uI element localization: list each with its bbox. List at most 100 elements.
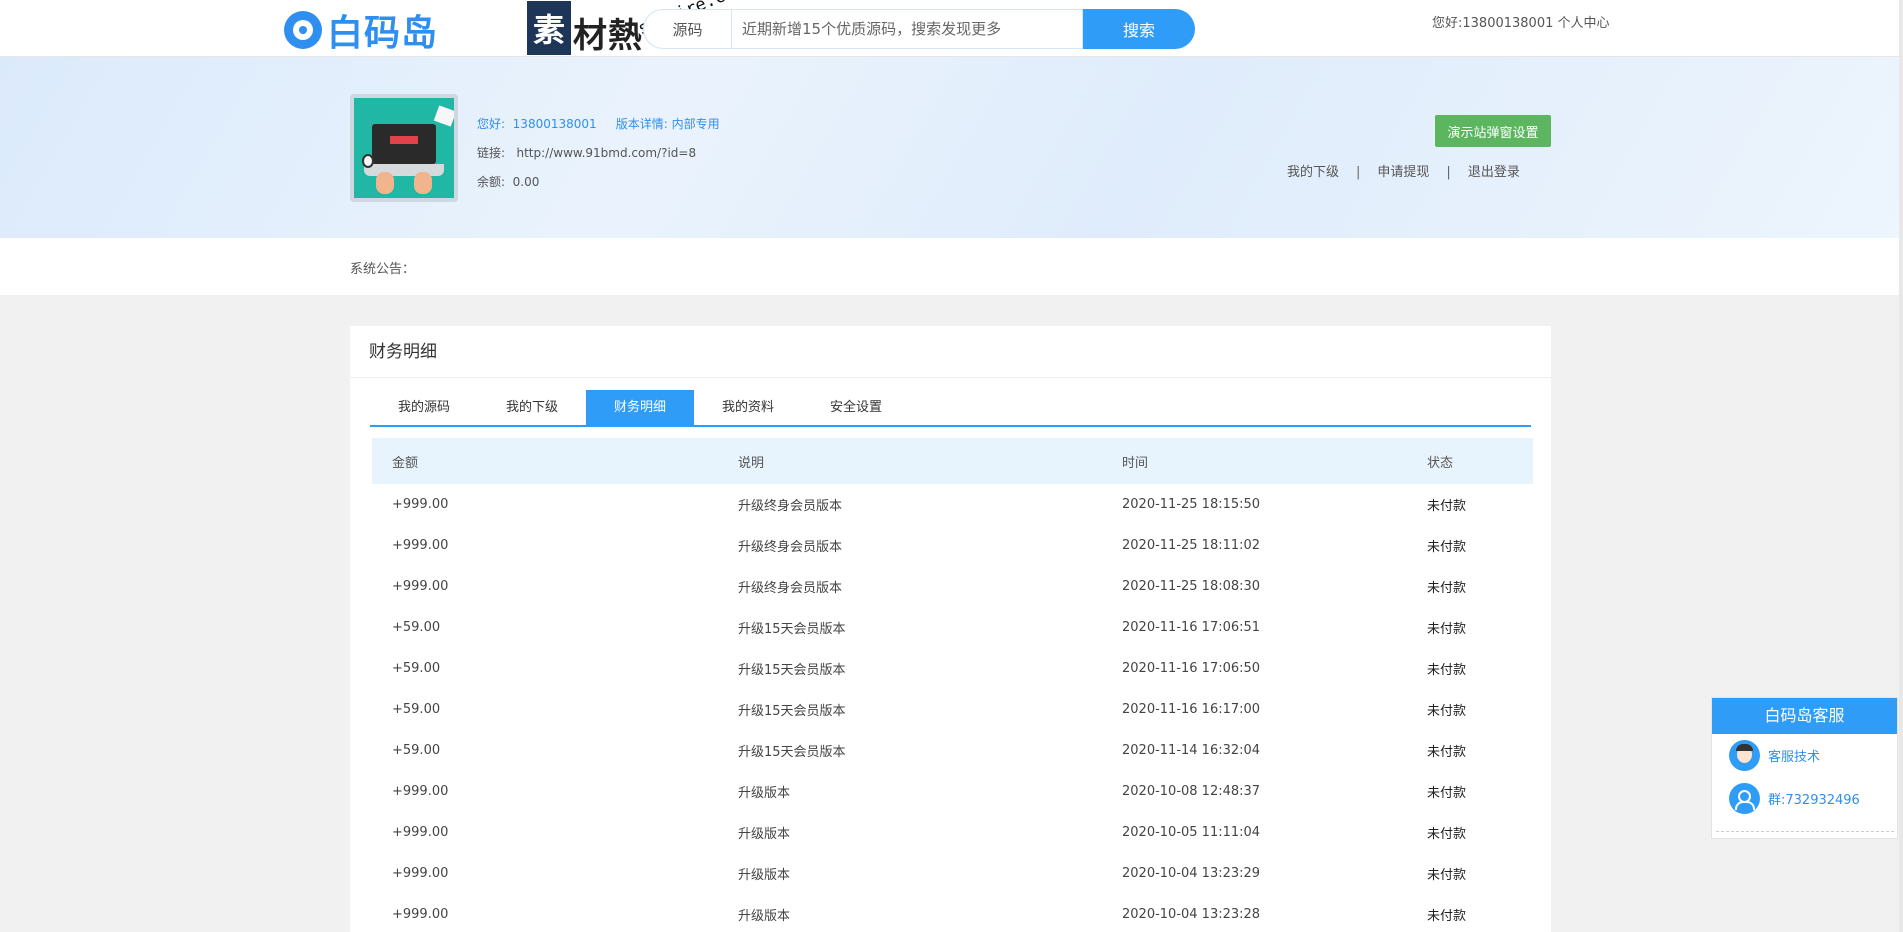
cell-description: 升级15天会员版本 — [738, 622, 846, 637]
logo-camera-icon — [284, 11, 322, 49]
agent-avatar-icon — [1729, 740, 1760, 771]
cell-amount: +999.00 — [392, 866, 449, 881]
link-withdraw[interactable]: 申请提现 — [1377, 165, 1429, 180]
customer-service-title: 白码岛客服 — [1712, 698, 1897, 734]
account-links: 我的下级 | 申请提现 | 退出登录 — [1287, 161, 1520, 180]
customer-service-widget: 白码岛客服 客服技术 群:732932496 — [1711, 697, 1898, 839]
cell-description: 升级版本 — [738, 827, 791, 842]
table-row: +999.00 升级终身会员版本 2020-11-25 18:15:50 未付款 — [372, 484, 1533, 525]
system-notice-label: 系统公告： — [350, 262, 416, 277]
cell-description: 升级终身会员版本 — [738, 581, 843, 596]
cell-description: 升级终身会员版本 — [738, 499, 843, 514]
cell-amount: +999.00 — [392, 497, 449, 512]
system-notice-bar: 系统公告： — [0, 238, 1903, 295]
cell-description: 升级15天会员版本 — [738, 663, 846, 678]
cell-status: 未付款 — [1427, 622, 1467, 637]
table-row: +999.00 升级版本 2020-10-04 13:23:28 未付款 — [372, 894, 1533, 932]
user-avatar — [350, 94, 458, 202]
link-logout[interactable]: 退出登录 — [1468, 165, 1520, 180]
table-row: +999.00 升级版本 2020-10-05 11:11:04 未付款 — [372, 812, 1533, 853]
cell-status: 未付款 — [1427, 786, 1467, 801]
site-logo[interactable]: 白码岛 — [284, 10, 438, 54]
cell-time: 2020-10-04 13:23:29 — [1122, 866, 1261, 881]
group-icon — [1729, 783, 1760, 814]
cell-description: 升级版本 — [738, 909, 791, 924]
personal-center-link[interactable]: 个人中心 — [1558, 16, 1610, 31]
cell-status: 未付款 — [1427, 745, 1467, 760]
cell-time: 2020-10-08 12:48:37 — [1122, 784, 1261, 799]
watermark-text: 材熱 — [573, 16, 643, 56]
profile-info: 您好: 13800138001 版本详情: 内部专用 链接: http://ww… — [477, 110, 720, 197]
cell-time: 2020-11-16 17:06:51 — [1122, 620, 1261, 635]
table-header: 金额 说明 时间 状态 — [372, 438, 1533, 484]
search-button[interactable]: 搜索 — [1083, 9, 1195, 49]
cell-description: 升级15天会员版本 — [738, 704, 846, 719]
cell-time: 2020-10-05 11:11:04 — [1122, 825, 1261, 840]
avatar-hand-left — [376, 172, 394, 194]
cell-time: 2020-11-16 16:17:00 — [1122, 702, 1261, 717]
cell-status: 未付款 — [1427, 581, 1467, 596]
tab-my-source[interactable]: 我的源码 — [370, 390, 478, 425]
cell-amount: +999.00 — [392, 784, 449, 799]
avatar-hand-right — [414, 172, 432, 194]
cell-description: 升级终身会员版本 — [738, 540, 843, 555]
cell-time: 2020-11-16 17:06:50 — [1122, 661, 1261, 676]
cell-description: 升级15天会员版本 — [738, 745, 846, 760]
page-scrollbar[interactable] — [1899, 0, 1903, 932]
search-bar: 源码 搜索 — [643, 9, 1195, 49]
cell-time: 2020-11-25 18:11:02 — [1122, 538, 1261, 553]
cell-time: 2020-10-04 13:23:28 — [1122, 907, 1261, 922]
search-input[interactable] — [731, 9, 1083, 49]
panel-title: 财务明细 — [350, 326, 1551, 378]
search-type-select[interactable]: 源码 — [643, 9, 731, 49]
avatar-cup-shape — [362, 154, 374, 168]
finance-table: 金额 说明 时间 状态 +999.00 升级终身会员版本 2020-11-25 18… — [372, 438, 1533, 932]
cell-time: 2020-11-14 16:32:04 — [1122, 743, 1261, 758]
tab-security[interactable]: 安全设置 — [802, 390, 910, 425]
cell-description: 升级版本 — [738, 868, 791, 883]
cell-status: 未付款 — [1427, 868, 1467, 883]
cell-amount: +999.00 — [392, 579, 449, 594]
cell-status: 未付款 — [1427, 909, 1467, 924]
cell-status: 未付款 — [1427, 540, 1467, 555]
cell-amount: +59.00 — [392, 743, 441, 758]
user-links: 您好:13800138001 个人中心 — [1432, 12, 1610, 31]
customer-service-group[interactable]: 群:732932496 — [1712, 777, 1897, 820]
customer-service-group-label: 群:732932496 — [1768, 793, 1860, 808]
profile-balance-line: 余额: 0.00 — [477, 175, 540, 189]
table-row: +999.00 升级终身会员版本 2020-11-25 18:08:30 未付款 — [372, 566, 1533, 607]
tab-profile[interactable]: 我的资料 — [694, 390, 802, 425]
profile-hello-line: 您好: 13800138001 版本详情: 内部专用 — [477, 117, 720, 131]
top-header: 白码岛 素 材熱 sucaire.com 源码 搜索 您好:1380013800… — [0, 0, 1903, 57]
cell-amount: +59.00 — [392, 620, 441, 635]
watermark-block: 素 — [527, 1, 571, 55]
column-status: 状态 — [1427, 455, 1454, 471]
finance-panel: 财务明细 我的源码 我的下级 财务明细 我的资料 安全设置 金额 说明 时间 状… — [350, 326, 1551, 932]
avatar-keyboard-shape — [364, 164, 444, 176]
cell-amount: +59.00 — [392, 661, 441, 676]
avatar-laptop-shape — [372, 124, 436, 164]
table-row: +999.00 升级版本 2020-10-04 13:23:29 未付款 — [372, 853, 1533, 894]
customer-service-tech[interactable]: 客服技术 — [1712, 734, 1897, 777]
table-row: +59.00 升级15天会员版本 2020-11-16 17:06:50 未付款 — [372, 648, 1533, 689]
logo-text: 白码岛 — [327, 13, 439, 54]
popup-settings-button[interactable]: 演示站弹窗设置 — [1435, 115, 1551, 147]
link-subordinates[interactable]: 我的下级 — [1287, 165, 1339, 180]
user-greeting[interactable]: 您好:13800138001 — [1432, 16, 1553, 31]
cell-status: 未付款 — [1427, 663, 1467, 678]
tab-finance[interactable]: 财务明细 — [586, 390, 694, 425]
cell-status: 未付款 — [1427, 827, 1467, 842]
cell-amount: +999.00 — [392, 907, 449, 922]
cell-description: 升级版本 — [738, 786, 791, 801]
tab-bar: 我的源码 我的下级 财务明细 我的资料 安全设置 — [370, 390, 1531, 427]
cell-time: 2020-11-25 18:08:30 — [1122, 579, 1261, 594]
table-row: +59.00 升级15天会员版本 2020-11-16 17:06:51 未付款 — [372, 607, 1533, 648]
column-amount: 金额 — [392, 455, 419, 471]
customer-service-tech-label: 客服技术 — [1768, 750, 1821, 765]
cell-amount: +999.00 — [392, 538, 449, 553]
profile-banner — [0, 57, 1903, 238]
avatar-paper-shape — [433, 105, 454, 127]
link-separator: | — [1356, 165, 1361, 180]
tab-subordinates[interactable]: 我的下级 — [478, 390, 586, 425]
column-description: 说明 — [738, 455, 765, 471]
